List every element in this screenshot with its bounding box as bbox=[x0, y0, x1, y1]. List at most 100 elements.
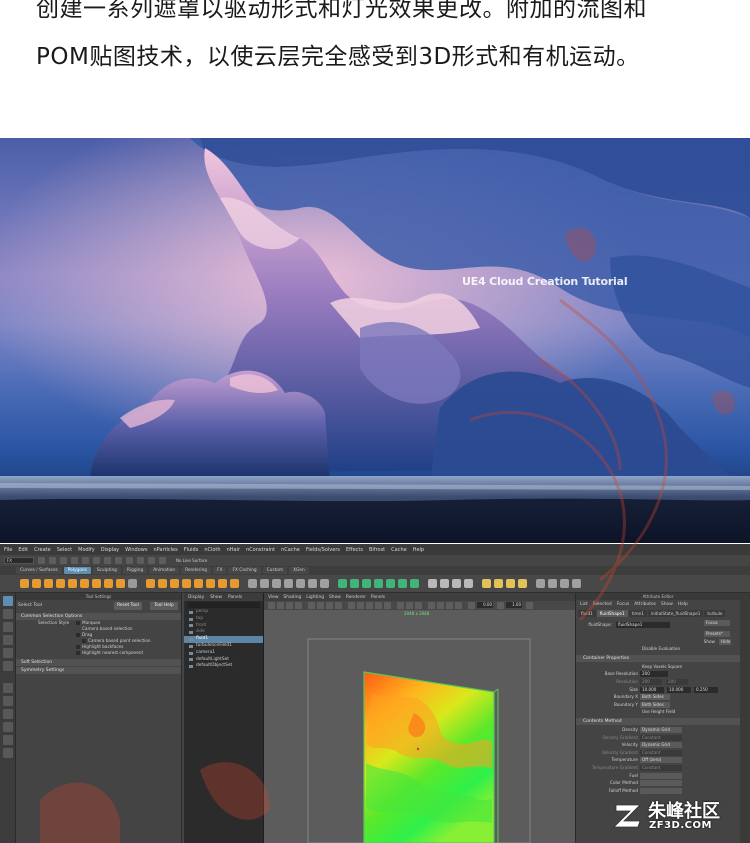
layout-outliner-icon[interactable] bbox=[3, 722, 13, 732]
checkbox-highlight-nearest[interactable] bbox=[76, 651, 80, 655]
delete-history-icon[interactable] bbox=[464, 579, 473, 588]
connect-icon[interactable] bbox=[272, 579, 281, 588]
outliner-item-persp[interactable]: persp bbox=[184, 609, 263, 616]
poly-cylinder-icon[interactable] bbox=[44, 579, 53, 588]
cylindrical-mapping-icon[interactable] bbox=[362, 579, 371, 588]
shape-name-field[interactable]: fluidShape1 bbox=[616, 622, 670, 628]
edge-loop-icon[interactable] bbox=[296, 579, 305, 588]
shelf-tab-sculpting[interactable]: Sculpting bbox=[92, 567, 121, 574]
ae-menu-show[interactable]: Show bbox=[661, 602, 673, 607]
soft-mod-icon[interactable] bbox=[536, 579, 545, 588]
menu-select[interactable]: Select bbox=[57, 547, 72, 553]
select-hierarchy-icon[interactable] bbox=[93, 557, 100, 564]
target-weld-icon[interactable] bbox=[260, 579, 269, 588]
poly-plane-icon[interactable] bbox=[80, 579, 89, 588]
uv-editor-icon[interactable] bbox=[338, 579, 347, 588]
outliner-item-fluid1[interactable]: fluid1 bbox=[184, 636, 263, 643]
poly-platonic-icon[interactable] bbox=[104, 579, 113, 588]
retopo-icon[interactable] bbox=[494, 579, 503, 588]
multi-cut-icon[interactable] bbox=[248, 579, 257, 588]
menu-edit[interactable]: Edit bbox=[18, 547, 28, 553]
reduce-icon[interactable] bbox=[482, 579, 491, 588]
spherical-mapping-icon[interactable] bbox=[374, 579, 383, 588]
menu-ncache[interactable]: nCache bbox=[281, 547, 300, 553]
radio-drag[interactable] bbox=[76, 633, 80, 637]
shelf-tab-xgen[interactable]: XGen bbox=[289, 567, 309, 574]
paint-select-icon[interactable] bbox=[3, 622, 13, 632]
pivot-icon[interactable] bbox=[428, 579, 437, 588]
bevel-icon[interactable] bbox=[230, 579, 239, 588]
shelf-tab-custom[interactable]: Custom bbox=[262, 567, 288, 574]
layout-icon[interactable] bbox=[410, 579, 419, 588]
shelf-tab-animation[interactable]: Animation bbox=[149, 567, 180, 574]
section-contents-method[interactable]: Contents Method bbox=[576, 717, 740, 725]
outliner-menu-show[interactable]: Show bbox=[210, 595, 222, 600]
move-tool-icon[interactable] bbox=[3, 635, 13, 645]
undo-icon[interactable] bbox=[71, 557, 78, 564]
insert-loop-icon[interactable] bbox=[308, 579, 317, 588]
new-scene-icon[interactable] bbox=[38, 557, 45, 564]
snap-curve-icon[interactable] bbox=[137, 557, 144, 564]
section-container-properties[interactable]: Container Properties bbox=[576, 654, 740, 662]
outliner-menu-panels[interactable]: Panels bbox=[228, 595, 242, 600]
wrap-icon[interactable] bbox=[572, 579, 581, 588]
snap-surface-icon[interactable] bbox=[159, 557, 166, 564]
disable-evaluation-checkbox[interactable]: Disable Evaluation bbox=[640, 646, 680, 652]
density-dropdown[interactable]: Dynamic Grid bbox=[640, 726, 682, 733]
svg-icon[interactable] bbox=[128, 579, 137, 588]
triangulate-icon[interactable] bbox=[518, 579, 527, 588]
snap-point-icon[interactable] bbox=[148, 557, 155, 564]
rotate-tool-icon[interactable] bbox=[3, 648, 13, 658]
layout-two-icon[interactable] bbox=[3, 709, 13, 719]
menu-effects[interactable]: Effects bbox=[346, 547, 363, 553]
freeze-icon[interactable] bbox=[440, 579, 449, 588]
menu-help[interactable]: Help bbox=[413, 547, 424, 553]
poly-sphere-icon[interactable] bbox=[20, 579, 29, 588]
outliner-item-defaultobjectset[interactable]: defaultObjectSet bbox=[184, 663, 263, 670]
ae-menu-focus[interactable]: Focus bbox=[617, 602, 630, 607]
velocity-dropdown[interactable]: Dynamic Grid bbox=[640, 742, 682, 749]
menu-nhair[interactable]: nHair bbox=[227, 547, 240, 553]
menu-create[interactable]: Create bbox=[34, 547, 51, 553]
select-component-icon[interactable] bbox=[115, 557, 122, 564]
layout-graph-icon[interactable] bbox=[3, 735, 13, 745]
hide-button[interactable]: Hide bbox=[719, 638, 731, 645]
poly-cone-icon[interactable] bbox=[56, 579, 65, 588]
reset-tool-button[interactable]: Reset Tool bbox=[114, 602, 142, 610]
size-z-field[interactable]: 0.250 bbox=[694, 686, 718, 693]
poly-disc-icon[interactable] bbox=[92, 579, 101, 588]
falloff-method-dropdown[interactable] bbox=[640, 787, 682, 794]
menu-ncloth[interactable]: nCloth bbox=[204, 547, 220, 553]
menu-nconstraint[interactable]: nConstraint bbox=[246, 547, 275, 553]
size-y-field[interactable]: 10.000 bbox=[667, 686, 691, 693]
viewport-panel[interactable]: View Shading Lighting Show Renderer Pane… bbox=[264, 593, 575, 843]
checkbox-highlight-backfaces[interactable] bbox=[76, 645, 80, 649]
menu-nparticles[interactable]: nParticles bbox=[153, 547, 177, 553]
menu-set-dropdown[interactable]: FX bbox=[4, 557, 34, 564]
presets-button[interactable]: Presets* bbox=[704, 631, 730, 637]
ae-menu-attributes[interactable]: Attributes bbox=[634, 602, 656, 607]
separate-icon[interactable] bbox=[158, 579, 167, 588]
bridge-icon[interactable] bbox=[218, 579, 227, 588]
temperature-dropdown[interactable]: Off (zero) bbox=[640, 757, 682, 764]
use-height-field-checkbox[interactable]: Use Height Field bbox=[640, 709, 675, 715]
ae-tab-turbulence[interactable]: turbule bbox=[704, 610, 726, 617]
cluster-icon[interactable] bbox=[560, 579, 569, 588]
menu-windows[interactable]: Windows bbox=[125, 547, 147, 553]
menu-bifrost[interactable]: Bifrost bbox=[369, 547, 385, 553]
layout-hypershade-icon[interactable] bbox=[3, 748, 13, 758]
boundary-y-dropdown[interactable]: Both Sides bbox=[640, 701, 670, 708]
shelf-tab-rigging[interactable]: Rigging bbox=[122, 567, 148, 574]
offset-loop-icon[interactable] bbox=[320, 579, 329, 588]
radio-marquee[interactable] bbox=[76, 621, 80, 625]
quad-draw-icon[interactable] bbox=[284, 579, 293, 588]
checkbox-camera-paint[interactable] bbox=[82, 639, 86, 643]
ae-tab-initialstate[interactable]: initialState_fluidShape1 bbox=[647, 610, 704, 617]
poly-torus-icon[interactable] bbox=[68, 579, 77, 588]
color-method-dropdown[interactable] bbox=[640, 780, 682, 787]
outliner-menu-display[interactable]: Display bbox=[188, 595, 204, 600]
layout-single-icon[interactable] bbox=[3, 683, 13, 693]
boundary-x-dropdown[interactable]: Both Sides bbox=[640, 694, 670, 701]
section-symmetry-settings[interactable]: Symmetry Settings bbox=[16, 667, 181, 674]
section-soft-selection[interactable]: Soft Selection bbox=[16, 659, 181, 666]
